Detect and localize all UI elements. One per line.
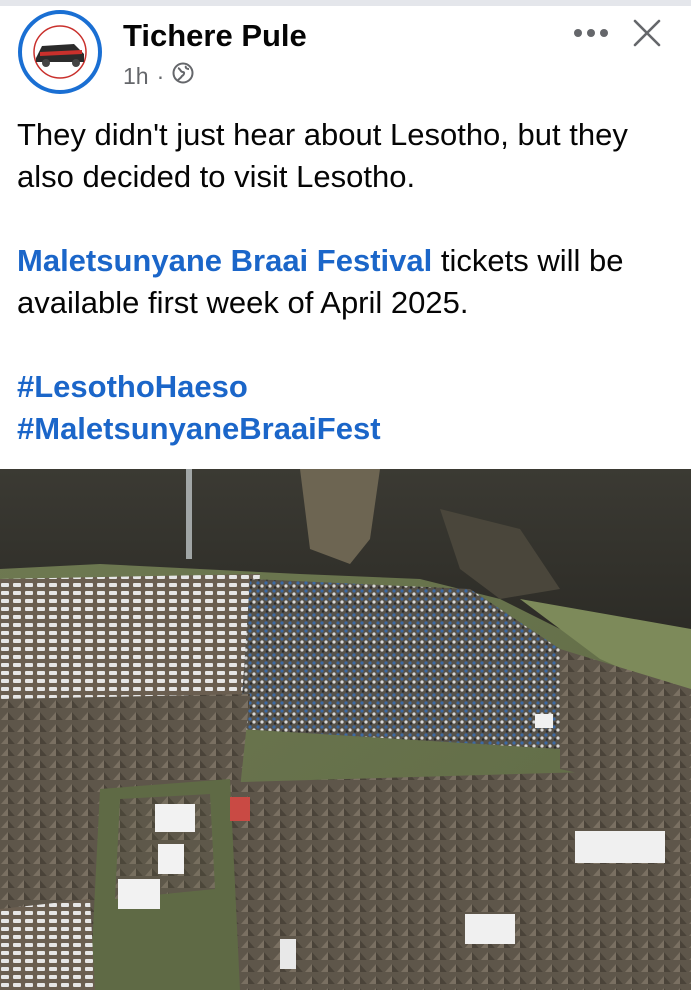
meta-separator: · [156,62,165,89]
post-paragraph-2: Maletsunyane Braai Festival tickets will… [17,240,677,324]
more-options-icon[interactable] [572,18,612,48]
hashtag-lesothohaeso[interactable]: #LesothoHaeso [17,369,248,404]
post-photo[interactable] [0,469,691,990]
close-icon[interactable] [632,18,662,48]
event-link[interactable]: Maletsunyane Braai Festival [17,243,432,278]
post-paragraph-1: They didn't just hear about Lesotho, but… [17,117,628,194]
post-text: They didn't just hear about Lesotho, but… [17,114,677,450]
post-meta: 1h · [123,62,194,90]
hashtag-maletsunyanebraaifest[interactable]: #MaletsunyaneBraaiFest [17,411,381,446]
festival-aerial-image [0,469,691,990]
author-name[interactable]: Tichere Pule [123,18,307,54]
avatar-logo [24,16,96,88]
avatar[interactable] [18,10,102,94]
post-time[interactable]: 1h [123,63,149,90]
globe-icon [172,62,194,90]
post-header: Tichere Pule 1h · [0,6,691,98]
